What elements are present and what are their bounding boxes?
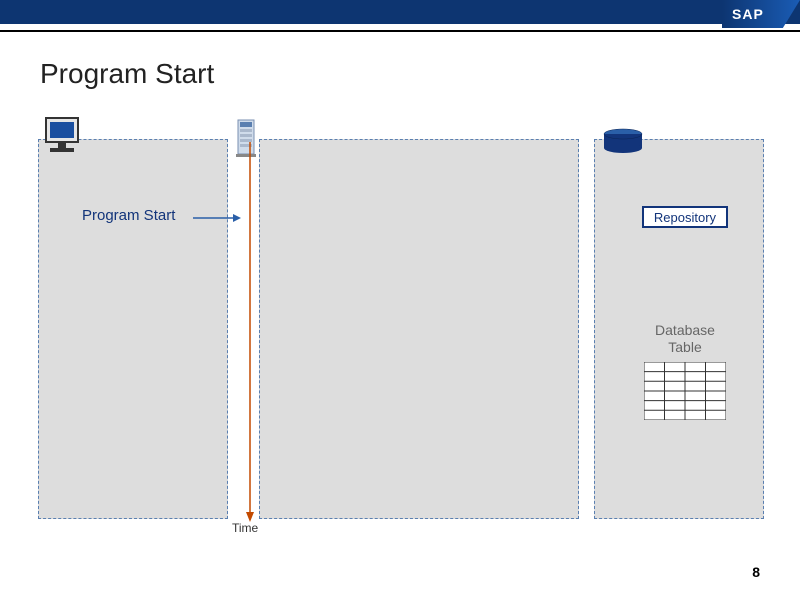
page-number: 8	[752, 564, 760, 580]
database-table-label: Database Table	[650, 322, 720, 356]
header-bar	[0, 0, 800, 24]
database-cylinder-icon	[602, 128, 644, 156]
time-axis	[245, 142, 255, 522]
computer-icon	[42, 116, 86, 158]
divider-line	[0, 30, 800, 32]
sap-logo-text: SAP	[732, 6, 764, 22]
database-table-label-text: Database Table	[655, 322, 715, 355]
program-start-label: Program Start	[82, 207, 175, 224]
database-table-grid	[644, 362, 726, 420]
panel-appserver	[259, 139, 579, 519]
time-label: Time	[232, 521, 258, 535]
panel-client	[38, 139, 228, 519]
arrow-program-start	[193, 213, 241, 223]
repository-box: Repository	[642, 206, 728, 228]
slide-title: Program Start	[40, 58, 214, 90]
